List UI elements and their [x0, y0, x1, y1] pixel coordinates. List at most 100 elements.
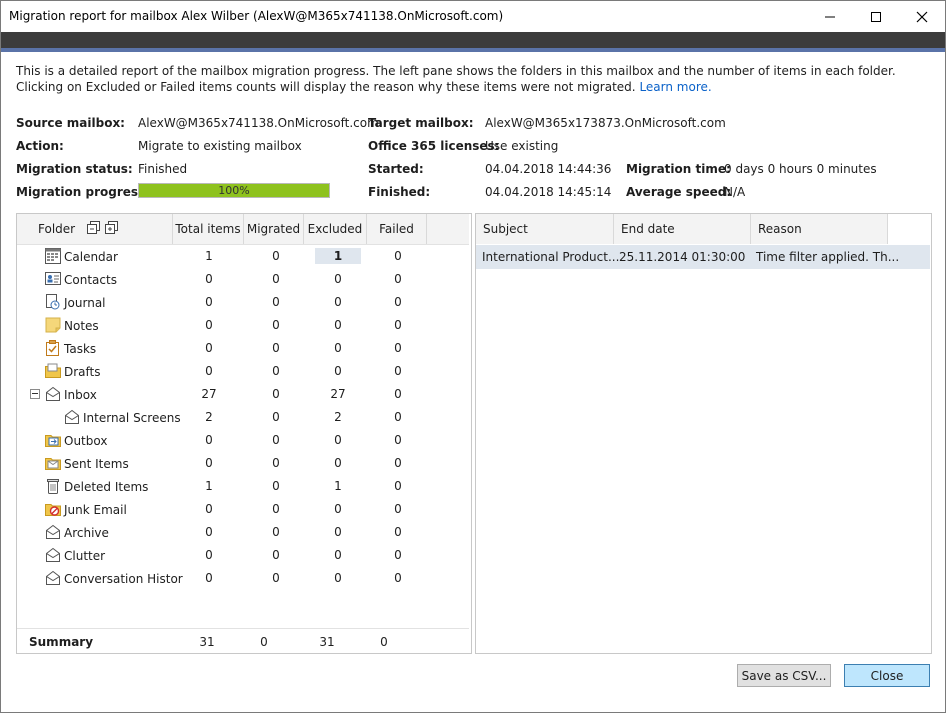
excluded-count[interactable]: 0 [308, 364, 368, 378]
folder-name: Inbox [64, 388, 97, 402]
details-header: Subject End date Reason [476, 214, 888, 244]
learn-more-link[interactable]: Learn more. [639, 80, 711, 94]
journal-icon [45, 294, 61, 310]
mail-folder-icon [64, 409, 80, 425]
folder-row[interactable]: Notes 0 0 0 0 [17, 314, 469, 337]
action-value: Migrate to existing mailbox [138, 139, 302, 153]
migrated-count: 0 [272, 364, 280, 378]
subject-column-header[interactable]: Subject [476, 214, 614, 244]
failed-count[interactable]: 0 [368, 433, 428, 447]
total-items-count: 0 [205, 272, 213, 286]
folder-row[interactable]: Inbox 27 0 27 0 [17, 383, 469, 406]
folder-row[interactable]: Drafts 0 0 0 0 [17, 360, 469, 383]
failed-count[interactable]: 0 [368, 364, 428, 378]
failed-count[interactable]: 0 [368, 410, 428, 424]
folder-row[interactable]: Outbox 0 0 0 0 [17, 429, 469, 452]
started-label: Started: [368, 162, 424, 176]
migration-progress-label: Migration progress: [16, 185, 150, 199]
summary-migrated: 0 [260, 635, 268, 649]
average-speed-value: N/A [724, 185, 746, 199]
excluded-count[interactable]: 0 [308, 433, 368, 447]
excluded-count[interactable]: 1 [308, 479, 368, 493]
failed-count[interactable]: 0 [368, 456, 428, 470]
junk-email-icon [45, 501, 61, 517]
folder-name: Notes [64, 319, 99, 333]
folder-header-label: Folder [38, 222, 76, 236]
action-label: Action: [16, 139, 64, 153]
total-items-count: 1 [205, 249, 213, 263]
close-icon [916, 11, 928, 22]
migrated-count: 0 [272, 318, 280, 332]
excluded-count[interactable]: 0 [308, 548, 368, 562]
collapse-all-icon[interactable] [86, 215, 100, 245]
details-row[interactable]: International Product... 25.11.2014 01:3… [476, 245, 930, 269]
folder-name: Tasks [64, 342, 97, 356]
excluded-count[interactable]: 0 [308, 272, 368, 286]
excluded-count[interactable]: 0 [308, 571, 368, 585]
collapse-toggle-icon[interactable] [30, 389, 40, 399]
folder-row[interactable]: Tasks 0 0 0 0 [17, 337, 469, 360]
folder-name: Conversation Histor [64, 572, 183, 586]
total-items-count: 0 [205, 502, 213, 516]
folder-column-header[interactable]: Folder [17, 214, 173, 244]
excluded-column-header[interactable]: Excluded [304, 214, 367, 244]
save-as-csv-button[interactable]: Save as CSV... [737, 664, 831, 687]
excluded-count[interactable]: 0 [308, 318, 368, 332]
folder-row[interactable]: Journal 0 0 0 0 [17, 291, 469, 314]
excluded-count[interactable]: 0 [308, 525, 368, 539]
folder-name: Internal Screens [83, 411, 181, 425]
folder-row[interactable]: Deleted Items 1 0 1 0 [17, 475, 469, 498]
expand-all-icon[interactable] [104, 215, 118, 245]
folder-row[interactable]: Contacts 0 0 0 0 [17, 268, 469, 291]
failed-count[interactable]: 0 [368, 249, 428, 263]
reason-column-header[interactable]: Reason [751, 214, 888, 244]
maximize-button[interactable] [853, 1, 899, 32]
failed-count[interactable]: 0 [368, 525, 428, 539]
migrated-count: 0 [272, 410, 280, 424]
folder-row[interactable]: Clutter 0 0 0 0 [17, 544, 469, 567]
close-button[interactable]: Close [844, 664, 930, 687]
total-items-count: 0 [205, 571, 213, 585]
summary-label: Summary [29, 635, 94, 649]
excluded-count[interactable]: 1 [315, 248, 361, 264]
failed-count[interactable]: 0 [368, 295, 428, 309]
folder-row[interactable]: Calendar 1 0 1 0 [17, 245, 469, 268]
total-items-count: 0 [205, 295, 213, 309]
failed-column-header[interactable]: Failed [367, 214, 427, 244]
folder-row[interactable]: Archive 0 0 0 0 [17, 521, 469, 544]
excluded-count[interactable]: 0 [308, 341, 368, 355]
total-items-column-header[interactable]: Total items [173, 214, 244, 244]
minimize-button[interactable] [807, 1, 853, 32]
folder-row[interactable]: Conversation Histor 0 0 0 0 [17, 567, 469, 590]
migration-status-value: Finished [138, 162, 188, 176]
folder-row[interactable]: Sent Items 0 0 0 0 [17, 452, 469, 475]
failed-count[interactable]: 0 [368, 318, 428, 332]
migrated-count: 0 [272, 571, 280, 585]
folder-row[interactable]: Junk Email 0 0 0 0 [17, 498, 469, 521]
migrated-column-header[interactable]: Migrated [244, 214, 304, 244]
excluded-count[interactable]: 0 [308, 502, 368, 516]
details-panel[interactable]: Subject End date Reason International Pr… [475, 213, 932, 654]
folder-name: Sent Items [64, 457, 129, 471]
contacts-icon [45, 271, 61, 287]
excluded-count[interactable]: 0 [308, 295, 368, 309]
close-window-button[interactable] [899, 1, 945, 32]
accent-line [1, 48, 945, 52]
failed-count[interactable]: 0 [368, 387, 428, 401]
folder-name: Deleted Items [64, 480, 149, 494]
failed-count[interactable]: 0 [368, 341, 428, 355]
end-date-column-header[interactable]: End date [614, 214, 751, 244]
failed-count[interactable]: 0 [368, 571, 428, 585]
mail-folder-icon [45, 570, 61, 586]
excluded-count[interactable]: 27 [308, 387, 368, 401]
failed-count[interactable]: 0 [368, 479, 428, 493]
folder-row[interactable]: Internal Screens 2 0 2 0 [17, 406, 469, 429]
folders-panel[interactable]: Folder Total items Migrated Excluded Fai… [16, 213, 472, 654]
failed-count[interactable]: 0 [368, 548, 428, 562]
excluded-count[interactable]: 2 [308, 410, 368, 424]
title-bar[interactable]: Migration report for mailbox Alex Wilber… [1, 1, 945, 32]
failed-count[interactable]: 0 [368, 272, 428, 286]
calendar-icon [45, 248, 61, 264]
failed-count[interactable]: 0 [368, 502, 428, 516]
excluded-count[interactable]: 0 [308, 456, 368, 470]
